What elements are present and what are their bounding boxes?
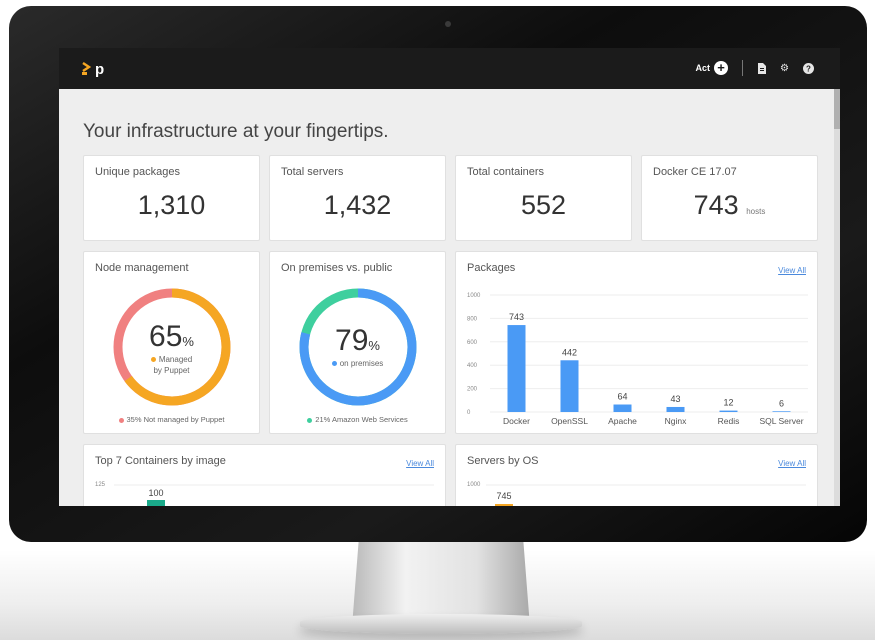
bar-value-label: 43 — [670, 394, 680, 404]
legend-dot — [307, 417, 313, 423]
navbar-actions: Act + ⚙ ? — [696, 60, 814, 76]
x-tick-label: SQL Server — [759, 416, 803, 426]
bar-openssl — [560, 360, 579, 412]
containers-bar-chart: 125 100 — [95, 482, 434, 506]
x-tick-label: Redis — [718, 416, 740, 426]
y-tick-label: 125 — [95, 482, 106, 488]
app-logo[interactable]: p — [81, 58, 104, 80]
stat-card-docker-ce[interactable]: Docker CE 17.07 743 hosts — [641, 155, 818, 241]
bar-value-label: 12 — [723, 398, 733, 408]
bar-value-label: 100 — [148, 488, 163, 498]
stat-value: 552 — [520, 190, 567, 220]
x-tick-label: Docker — [503, 416, 530, 426]
node-management-card[interactable]: Node management 65% Managed by Puppet 35… — [83, 251, 260, 434]
donut-center: 65% Managed by Puppet — [84, 320, 259, 376]
legend-dot — [331, 361, 337, 367]
monitor-bezel: p Act + ⚙ ? Your infrastructure at your … — [9, 6, 867, 542]
donut-footnote: 35% Not managed by Puppet — [84, 415, 259, 424]
bar-value-label: 64 — [617, 392, 627, 402]
stat-card-total-containers[interactable]: Total containers 552 — [455, 155, 632, 241]
legend-dot — [150, 357, 156, 363]
stat-label: Total servers — [281, 166, 344, 178]
stat-label: Total containers — [467, 166, 545, 178]
y-tick-label: 800 — [467, 316, 478, 322]
y-tick-label: 1000 — [467, 293, 481, 299]
act-label: Act — [695, 63, 711, 73]
stat-card-total-servers[interactable]: Total servers 1,432 — [269, 155, 446, 241]
y-tick-label: 200 — [467, 387, 478, 393]
bar-docker — [507, 325, 526, 412]
bar-first-container — [147, 500, 165, 506]
stat-card-unique-packages[interactable]: Unique packages 1,310 — [83, 155, 260, 241]
percent-symbol: % — [182, 334, 194, 349]
on-premises-card[interactable]: On premises vs. public 79% on premises 2… — [269, 251, 446, 434]
document-icon[interactable] — [757, 62, 767, 74]
donut-center-label: on premises — [270, 358, 445, 369]
percent-symbol: % — [368, 338, 380, 353]
stat-label: Docker CE 17.07 — [653, 166, 737, 178]
y-tick-label: 600 — [467, 340, 478, 346]
containers-chart-card: Top 7 Containers by image View All 125 1… — [83, 444, 446, 506]
x-tick-label: Nginx — [665, 416, 687, 426]
y-tick-label: 0 — [467, 410, 471, 416]
bar-value-label: 743 — [509, 312, 524, 322]
help-icon[interactable]: ? — [803, 62, 814, 74]
stat-value: 1,432 — [323, 190, 392, 220]
top-navbar: p Act + ⚙ ? — [59, 48, 840, 89]
x-tick-label: OpenSSL — [551, 416, 588, 426]
bar-redis — [719, 410, 738, 412]
stat-value: 743 hosts — [693, 190, 766, 220]
packages-bar-chart: 0 200 400 600 800 1000 743 Docker 442 OpenSSL 64 Ap… — [467, 293, 808, 426]
bar-first-os — [495, 504, 513, 506]
bar-nginx — [666, 406, 685, 412]
bar-value-label: 6 — [779, 398, 784, 408]
legend-dot — [118, 417, 124, 423]
servers-bar-chart: 1000 745 — [467, 482, 806, 506]
logo-chevron-icon — [82, 62, 92, 75]
plus-circle-icon: + — [714, 61, 729, 75]
donut-percent: 65 — [149, 320, 183, 353]
donut-center: 79% on premises — [270, 324, 445, 369]
donut-center-label: Managed by Puppet — [84, 354, 259, 376]
bar-value-label: 745 — [496, 491, 511, 501]
y-tick-label: 1000 — [467, 482, 481, 488]
page-scrollbar[interactable] — [834, 89, 840, 506]
y-tick-label: 400 — [467, 363, 478, 369]
dashboard-screen: p Act + ⚙ ? Your infrastructure at your … — [59, 48, 840, 506]
page-title: Your infrastructure at your fingertips. — [83, 121, 389, 142]
servers-by-os-card: Servers by OS View All 1000 745 — [455, 444, 818, 506]
act-button[interactable]: Act + — [696, 61, 729, 75]
gear-icon[interactable]: ⚙ — [780, 63, 789, 74]
packages-chart-card: Packages View All 0 200 400 600 800 1000 743 Do… — [455, 251, 818, 434]
bar-sql-server — [772, 411, 791, 412]
camera-icon — [445, 21, 451, 27]
svg-text:?: ? — [806, 64, 811, 73]
donut-percent: 79 — [335, 324, 369, 357]
stat-label: Unique packages — [95, 166, 181, 178]
x-tick-label: Apache — [608, 416, 637, 426]
navbar-divider — [742, 60, 744, 76]
bar-apache — [613, 404, 632, 412]
stat-unit: hosts — [746, 207, 766, 216]
stat-value: 1,310 — [137, 190, 206, 220]
logo-text: p — [95, 60, 105, 78]
monitor-stand-base — [300, 614, 582, 634]
donut-footnote: 21% Amazon Web Services — [270, 415, 445, 424]
scrollbar-thumb[interactable] — [834, 89, 840, 129]
bar-value-label: 442 — [562, 347, 577, 357]
